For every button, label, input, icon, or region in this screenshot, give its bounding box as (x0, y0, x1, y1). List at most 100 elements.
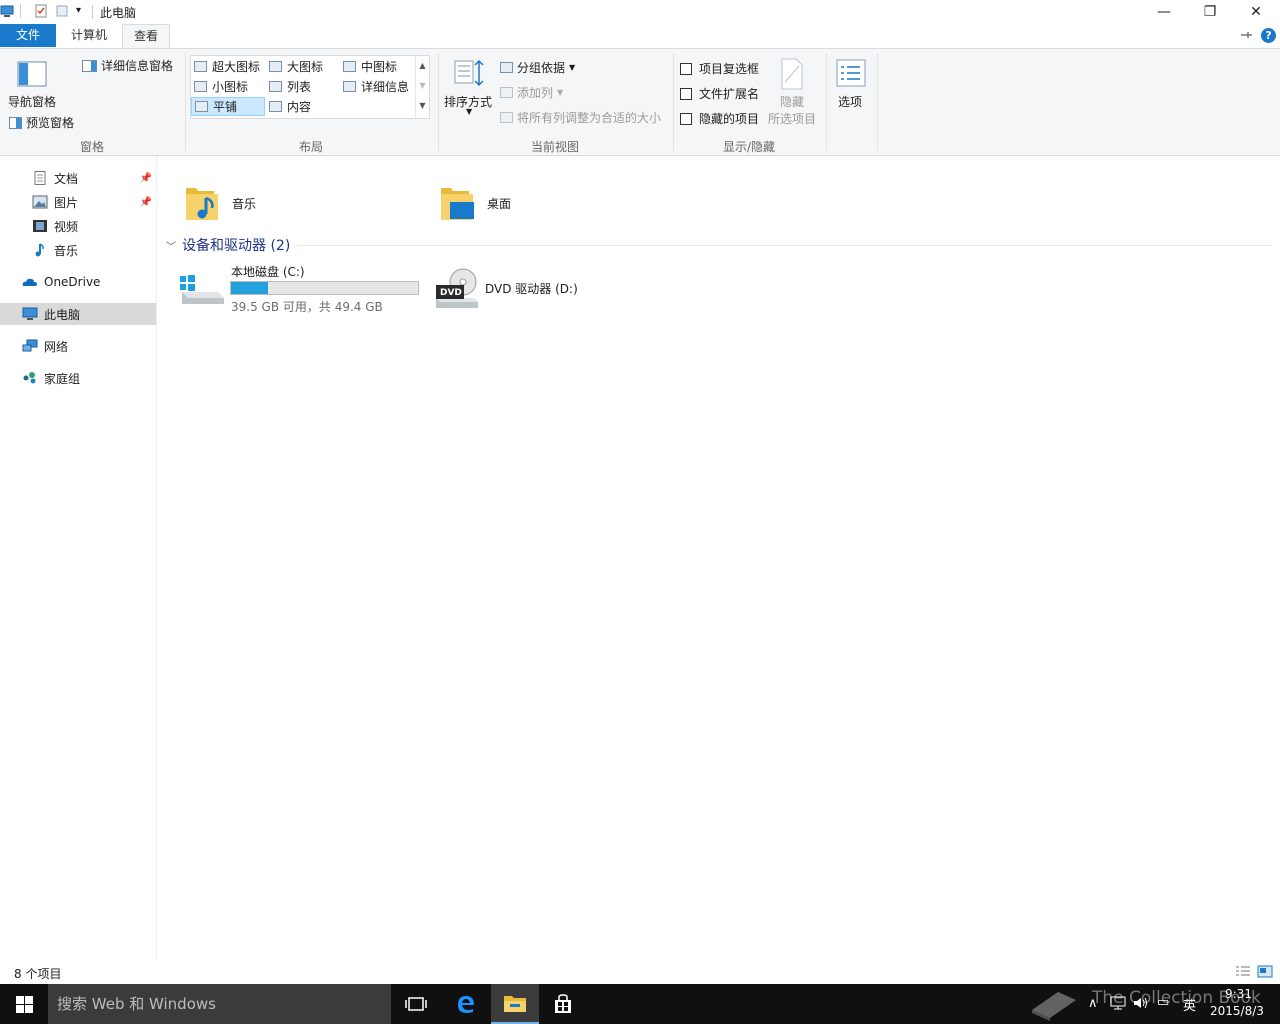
preview-pane-button[interactable]: 预览窗格 (9, 114, 74, 131)
details-view-icon[interactable] (1235, 965, 1251, 978)
layout-details[interactable]: 详细信息 (343, 77, 409, 96)
tab-file[interactable]: 文件 (0, 24, 56, 47)
nav-item-videos[interactable]: 视频 (0, 215, 156, 237)
ime-indicator[interactable]: 英 (1183, 995, 1196, 1014)
item-checkboxes-toggle[interactable]: 项目复选框 (680, 60, 759, 77)
drive-tile-d[interactable]: DVD DVD 驱动器 (D:) (434, 262, 684, 314)
group-separator (185, 53, 186, 151)
properties-icon[interactable] (34, 4, 48, 18)
layout-item-label: 平铺 (213, 100, 238, 114)
layout-medium-icons[interactable]: 中图标 (343, 57, 397, 76)
tab-computer[interactable]: 计算机 (60, 24, 118, 47)
qa-separator (20, 4, 21, 18)
file-extensions-checkbox[interactable] (680, 87, 692, 100)
sort-icon[interactable] (453, 57, 485, 89)
pin-ribbon-icon[interactable] (1240, 30, 1253, 41)
tab-view[interactable]: 查看 (122, 24, 171, 49)
task-view-button[interactable] (392, 984, 440, 1024)
restore-button[interactable]: ❐ (1187, 0, 1233, 24)
start-button[interactable] (0, 984, 48, 1024)
layout-tiles[interactable]: 平铺 (191, 97, 265, 116)
content-icon (269, 101, 282, 112)
layout-item-label: 小图标 (212, 80, 249, 94)
fit-columns-button[interactable]: 将所有列调整为合适的大小 (500, 109, 661, 126)
show-hidden-icons-icon[interactable]: ∧ (1088, 996, 1098, 1011)
layout-list[interactable]: 列表 (269, 77, 311, 96)
group-by-label: 分组依据 (517, 61, 566, 75)
nav-item-pictures[interactable]: 图片 📌 (0, 191, 156, 213)
file-explorer-button[interactable] (491, 984, 539, 1024)
pin-icon[interactable]: 📌 (140, 197, 152, 208)
store-button[interactable] (539, 984, 587, 1024)
add-column-button[interactable]: 添加列 ▼ (500, 84, 563, 101)
layout-scroll[interactable]: ▲ ▼ ▼ (415, 56, 429, 118)
close-button[interactable]: ✕ (1233, 0, 1279, 24)
nav-item-music[interactable]: 音乐 (0, 239, 156, 261)
gallery-expand-icon[interactable]: ▼ (416, 96, 429, 116)
quick-access-dropdown[interactable]: ▾ (76, 5, 81, 16)
hidden-items-toggle[interactable]: 隐藏的项目 (680, 110, 759, 127)
videos-icon (33, 220, 47, 232)
options-button[interactable]: 选项 (838, 93, 862, 110)
file-extensions-toggle[interactable]: 文件扩展名 (680, 85, 759, 102)
group-by-icon (500, 62, 513, 73)
selected-items-label[interactable]: 所选项目 (768, 110, 816, 127)
hide-selected-icon[interactable] (780, 58, 804, 90)
minimize-button[interactable]: — (1141, 0, 1187, 24)
nav-item-this-pc[interactable]: 此电脑 (0, 303, 156, 325)
drive-tile-c[interactable]: 本地磁盘 (C:) 39.5 GB 可用，共 49.4 GB (178, 262, 428, 314)
layout-large-icons[interactable]: 大图标 (269, 57, 323, 76)
folder-tile-music[interactable]: 音乐 (184, 182, 424, 224)
hidden-items-label: 隐藏的项目 (699, 112, 760, 126)
layout-item-label: 详细信息 (361, 80, 410, 94)
small-icons-icon (194, 81, 207, 92)
action-center-icon[interactable]: ▭ (1157, 995, 1169, 1010)
hide-selected-label[interactable]: 隐藏 (780, 93, 804, 110)
help-button[interactable]: ? (1261, 28, 1276, 43)
taskbar-search-box[interactable]: 搜索 Web 和 Windows (48, 984, 391, 1024)
show-hide-group-label: 显示/隐藏 (722, 140, 776, 154)
navigation-pane-button[interactable]: 导航窗格 (8, 93, 56, 110)
details-icon (343, 81, 356, 92)
layout-content[interactable]: 内容 (269, 97, 311, 116)
onedrive-icon (22, 278, 37, 286)
nav-item-onedrive[interactable]: OneDrive (0, 271, 156, 293)
windows-logo-icon (15, 995, 33, 1013)
scroll-up-icon[interactable]: ▲ (416, 56, 429, 76)
pin-icon[interactable]: 📌 (140, 173, 152, 184)
navigation-pane: 文档 📌 图片 📌 视频 音乐 OneDrive 此电脑 网络 家庭组 (0, 156, 157, 960)
scroll-down-icon[interactable]: ▼ (416, 76, 429, 96)
item-checkboxes-checkbox[interactable] (680, 62, 692, 75)
group-separator (826, 53, 827, 151)
layout-gallery: 超大图标 大图标 中图标 小图标 列表 详细信息 平铺 内容 ▲ ▼ ▼ (190, 55, 430, 119)
book-logo-icon (1032, 992, 1076, 1021)
layout-small-icons[interactable]: 小图标 (194, 77, 248, 96)
hidden-items-checkbox[interactable] (680, 112, 692, 125)
sort-dropdown-icon[interactable]: ▼ (466, 107, 472, 116)
options-icon[interactable] (836, 59, 866, 87)
task-view-icon (405, 997, 427, 1011)
nav-item-homegroup[interactable]: 家庭组 (0, 367, 156, 389)
layout-extra-large-icons[interactable]: 超大图标 (194, 57, 260, 76)
large-icons-view-icon[interactable] (1257, 965, 1273, 978)
edge-button[interactable] (442, 984, 490, 1024)
layout-item-label: 大图标 (287, 60, 324, 74)
devices-header-label: 设备和驱动器 (2) (182, 238, 291, 254)
group-by-button[interactable]: 分组依据 ▼ (500, 59, 575, 76)
volume-icon[interactable] (1133, 996, 1149, 1010)
pictures-icon (32, 195, 48, 209)
network-status-icon[interactable] (1110, 996, 1126, 1010)
new-folder-icon[interactable] (55, 4, 69, 18)
details-pane-button[interactable]: 详细信息窗格 (82, 57, 173, 74)
group-by-dropdown-icon: ▼ (569, 63, 576, 72)
computer-icon[interactable] (0, 4, 14, 18)
folder-tile-desktop[interactable]: 桌面 (439, 182, 679, 224)
store-icon (555, 994, 571, 1013)
devices-group-header[interactable]: ﹀ 设备和驱动器 (2) (166, 234, 1272, 256)
clock-date[interactable]: 2015/8/3 (1210, 1004, 1264, 1018)
clock-time[interactable]: 9:31 (1225, 987, 1252, 1001)
list-icon (269, 81, 282, 92)
nav-item-documents[interactable]: 文档 📌 (0, 167, 156, 189)
navigation-pane-icon[interactable] (17, 61, 47, 87)
nav-item-network[interactable]: 网络 (0, 335, 156, 357)
